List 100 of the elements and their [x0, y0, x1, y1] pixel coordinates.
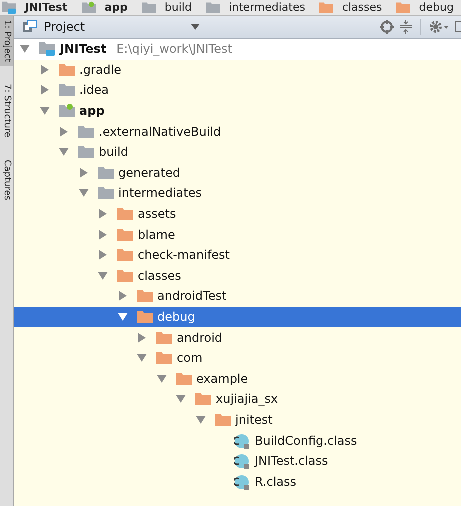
class-file-icon [234, 432, 250, 449]
tree-item-label: jnitest [236, 412, 273, 427]
collapsed-arrow-icon[interactable] [137, 332, 147, 343]
collapse-all-icon[interactable] [400, 20, 412, 34]
tree-item-label: JNITest.class [255, 454, 328, 468]
folder-icon [98, 164, 114, 181]
crosshair-icon[interactable] [380, 20, 394, 34]
tree-row[interactable]: blame [14, 224, 461, 245]
panel-icon [22, 20, 38, 34]
expanded-arrow-icon[interactable] [176, 394, 186, 404]
tree-item-label: app [80, 104, 105, 118]
folder-icon [117, 226, 133, 243]
folder-icon [117, 206, 133, 222]
tree-row[interactable]: xujiajia_sx [14, 389, 461, 410]
tree-item-label: R.class [255, 474, 297, 489]
tree-row[interactable]: example [14, 368, 461, 390]
folder-icon [78, 144, 94, 160]
tree-item-label: intermediates [118, 186, 202, 200]
tree-row[interactable]: JNITest E:\qiyi_work\JNITest [14, 39, 461, 60]
collapsed-arrow-icon[interactable] [78, 168, 88, 178]
folder-icon [136, 288, 152, 304]
project-folder-icon [39, 41, 55, 58]
tree-row[interactable]: .externalNativeBuild [14, 121, 461, 142]
tree-item-label: .externalNativeBuild [99, 124, 222, 139]
tree-item-label: .gradle [80, 62, 122, 77]
project-path: E:\qiyi_work\JNITest [116, 42, 232, 56]
collapsed-arrow-icon[interactable] [98, 230, 108, 240]
folder-icon [214, 412, 230, 428]
tree-row[interactable]: assets [14, 204, 461, 224]
tree-row[interactable]: jnitest [14, 410, 461, 430]
folder-icon [176, 370, 192, 387]
side-tab[interactable]: 7: Structure [0, 80, 13, 142]
expanded-arrow-icon[interactable] [40, 106, 50, 116]
breadcrumb-item[interactable]: JNITest [2, 0, 68, 15]
folder-icon [156, 330, 172, 346]
tree-row[interactable]: intermediates [14, 183, 461, 204]
tree-item-label: example [196, 372, 248, 386]
tree-item-label: androidTest [158, 289, 227, 304]
tree-item-label: xujiajia_sx [216, 392, 278, 406]
project-folder-icon [2, 0, 16, 14]
expanded-arrow-icon[interactable] [78, 188, 88, 198]
folder-icon [195, 391, 211, 408]
tree-row[interactable]: debug [14, 306, 461, 328]
breadcrumb-item[interactable]: build [142, 0, 192, 15]
expanded-arrow-icon[interactable] [196, 414, 206, 425]
class-file-icon [234, 453, 250, 470]
collapsed-arrow-icon[interactable] [98, 209, 108, 220]
tree-item-label: check-manifest [138, 248, 230, 262]
tree-row[interactable]: com [14, 348, 461, 368]
tree-item-label: JNITest [60, 42, 107, 56]
expanded-arrow-icon[interactable] [59, 147, 69, 158]
tree-row[interactable]: generated [14, 162, 461, 184]
tree-item-label: blame [138, 228, 176, 242]
tree-row[interactable]: app [14, 100, 461, 122]
expanded-arrow-icon[interactable] [156, 374, 166, 384]
tree-row[interactable]: R.class [14, 471, 461, 492]
module-folder-icon [58, 103, 74, 120]
expanded-arrow-icon[interactable] [20, 44, 30, 54]
expanded-arrow-icon[interactable] [98, 270, 108, 281]
dropdown-caret-icon[interactable] [191, 24, 200, 30]
panel-title[interactable]: Project [44, 20, 86, 34]
tree-item-label: .idea [80, 83, 110, 98]
folder-icon [117, 268, 133, 284]
tree-row[interactable]: .idea [14, 80, 461, 101]
module-folder-icon [82, 0, 96, 14]
collapsed-arrow-icon[interactable] [59, 126, 69, 137]
class-file-icon [234, 474, 250, 490]
tree-row[interactable]: android [14, 327, 461, 348]
tree-row[interactable]: .gradle [14, 60, 461, 80]
collapsed-arrow-icon[interactable] [98, 250, 108, 260]
tree-item-label: android [177, 330, 223, 345]
collapsed-arrow-icon[interactable] [40, 85, 50, 96]
hide-icon[interactable] [455, 20, 461, 34]
breadcrumb-item[interactable]: app [82, 0, 128, 15]
breadcrumb-item[interactable]: intermediates [206, 0, 306, 15]
side-tab[interactable]: 1: Project [0, 16, 13, 66]
folder-icon [78, 124, 94, 140]
tree-row[interactable]: BuildConfig.class [14, 430, 461, 451]
tree-row[interactable]: check-manifest [14, 244, 461, 266]
settings-icon[interactable] [429, 20, 449, 34]
breadcrumb-item[interactable]: debug [396, 0, 454, 15]
side-tab[interactable]: Captures [0, 156, 13, 204]
collapsed-arrow-icon[interactable] [118, 291, 128, 302]
tree-item-label: build [99, 145, 129, 160]
tree-row[interactable]: JNITest.class [14, 450, 461, 472]
folder-icon [156, 350, 172, 366]
tree-item-label: com [177, 351, 203, 366]
folder-icon [98, 185, 114, 202]
tree-item-label: generated [118, 166, 180, 180]
expanded-arrow-icon[interactable] [118, 312, 128, 322]
tree-row[interactable]: classes [14, 266, 461, 286]
tree-row[interactable]: build [14, 142, 461, 163]
folder-icon [117, 247, 133, 264]
expanded-arrow-icon[interactable] [137, 353, 147, 364]
breadcrumb-item[interactable]: classes [319, 0, 382, 15]
tree-item-label: assets [138, 207, 176, 222]
tree-item-label: debug [158, 310, 196, 324]
tree-row[interactable]: androidTest [14, 286, 461, 307]
collapsed-arrow-icon[interactable] [40, 64, 50, 75]
folder-icon [136, 309, 152, 326]
